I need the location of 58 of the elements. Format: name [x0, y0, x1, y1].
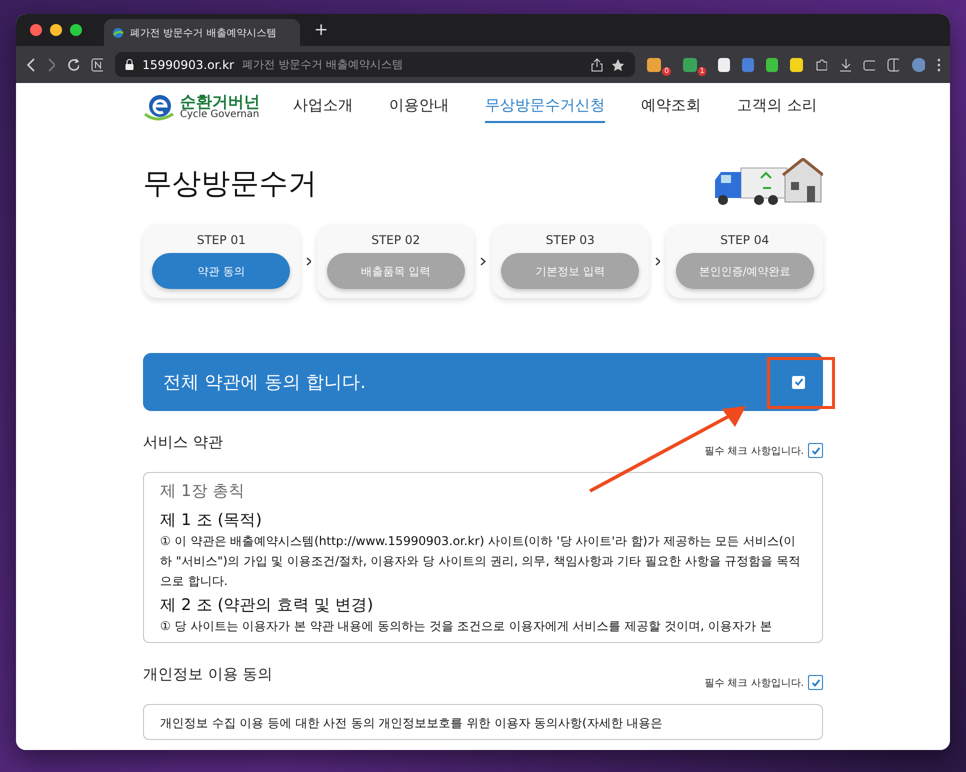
site-favicon-icon	[112, 26, 124, 38]
required-note: 필수 체크 사항입니다.	[704, 444, 804, 458]
page-title: 무상방문수거	[143, 165, 317, 202]
extension-icon[interactable]	[718, 58, 730, 72]
nav-link[interactable]: 사업소개	[293, 90, 353, 123]
logo-title: 순환거버넌	[180, 94, 260, 110]
nav-link[interactable]: 예약조회	[641, 90, 701, 123]
chapter-heading: 제 1장 총칙	[160, 481, 246, 502]
terms-paragraph: ① 당 사이트는 이용자가 본 약관 내용에 동의하는 것을 조건으로 이용자에게 서비스를 제공할 것이며, 이용자가 본	[160, 618, 773, 635]
checkmark-icon	[810, 446, 820, 456]
required-checkbox[interactable]	[808, 443, 823, 458]
step-number: STEP 03	[546, 233, 595, 247]
minimize-window-button[interactable]	[50, 24, 62, 36]
chevron-right-icon	[306, 256, 312, 266]
zoom-window-button[interactable]	[70, 24, 82, 36]
nav-link[interactable]: 무상방문수거신청	[485, 90, 605, 123]
logo-subtitle: Cycle Governan	[180, 110, 260, 120]
article-heading: 제 2 조 (약관의 효력 및 변경)	[160, 595, 374, 616]
url-page-title: 폐가전 방문수거 배출예약시스템	[242, 57, 404, 72]
step-number: STEP 01	[196, 233, 246, 247]
extension-icon[interactable]	[647, 58, 662, 72]
step-number: STEP 04	[720, 233, 770, 247]
back-icon[interactable]	[26, 58, 35, 72]
highlight-frame	[767, 357, 835, 409]
agree-all-checkbox[interactable]	[792, 376, 805, 388]
section-title: 서비스 약관	[143, 433, 223, 452]
chevron-right-icon	[654, 256, 660, 266]
checkmark-icon	[794, 377, 804, 387]
forward-icon[interactable]	[46, 58, 56, 72]
download-icon[interactable]	[838, 58, 851, 72]
bookmark-star-icon[interactable]	[611, 58, 626, 72]
terms-text-box[interactable]	[143, 472, 823, 643]
article-heading: 제 1 조 (목적)	[160, 510, 263, 531]
sidebar-icon[interactable]	[886, 58, 899, 72]
more-menu-icon[interactable]	[936, 58, 940, 72]
nav-link[interactable]: 고객의 소리	[737, 90, 817, 123]
step-button[interactable]: 약관 동의	[152, 253, 290, 289]
agree-all-label: 전체 약관에 동의 합니다.	[163, 371, 366, 394]
share-icon[interactable]	[591, 58, 604, 72]
avatar-icon[interactable]	[910, 56, 925, 72]
terms-paragraph: 개인정보 수집 이용 등에 대한 사전 동의 개인정보보호를 위한 이용자 동의사항(자세한 내용은	[160, 715, 664, 732]
section-title: 개인정보 이용 동의	[143, 665, 273, 684]
terms-paragraph: ① 이 약관은 배출예약시스템(http://www.15990903.or.kr) 사이트(이하 '당 사이트'라 함)가 제공하는 모든 서비스(이하 "서비스")의 가입 및 이용조건/절차, 이용자와 당 사이트의 권리, 의무, 책임사항과 기타 필요한 사항을 규정함을 목적으로 합니다.	[160, 533, 802, 590]
new-tab-button[interactable]: +	[314, 20, 328, 40]
url-domain: 15990903.or.kr	[142, 58, 234, 72]
lock-icon	[125, 59, 134, 70]
browser-tab[interactable]: 폐가전 방문수거 배출예약시스템	[104, 19, 300, 46]
close-window-button[interactable]	[30, 24, 42, 36]
required-note: 필수 체크 사항입니다.	[704, 676, 804, 690]
chevron-right-icon	[480, 256, 486, 266]
step-number: STEP 02	[371, 233, 420, 247]
required-checkbox[interactable]	[808, 675, 823, 690]
nav-link[interactable]: 이용안내	[389, 90, 449, 123]
address-bar[interactable]: 15990903.or.kr 폐가전 방문수거 배출예약시스템	[115, 52, 636, 77]
terms-text-box[interactable]: 개인정보 수집 이용 등에 대한 사전 동의 개인정보보호를 위한 이용자 동의사항(자세한 내용은	[143, 704, 823, 740]
reload-icon[interactable]	[67, 58, 80, 72]
extension-icon[interactable]	[766, 58, 778, 72]
checkmark-icon	[810, 678, 820, 688]
